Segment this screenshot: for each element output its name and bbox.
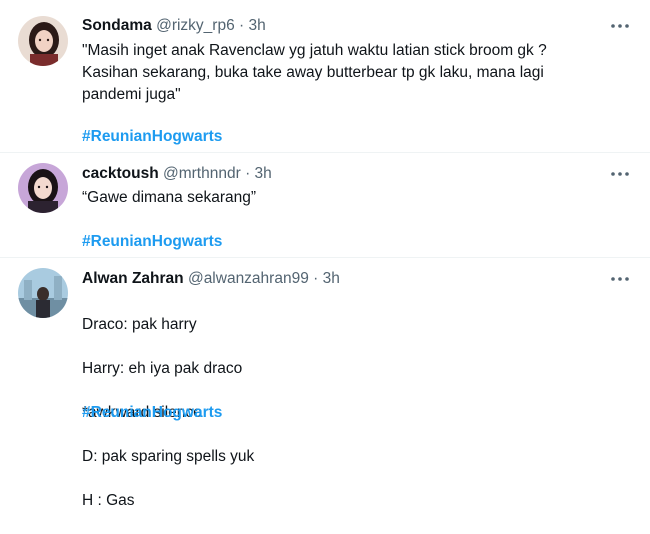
hashtag-link[interactable]: #ReunianHogwarts — [82, 231, 222, 253]
more-horizontal-icon[interactable] — [610, 164, 630, 184]
separator: · — [245, 165, 251, 182]
user-handle[interactable]: @alwanzahran99 — [188, 270, 309, 287]
tweet-text: “Gawe dimana sekarang” — [82, 189, 257, 206]
tweet-1[interactable]: Sondama @rizky_rp6 · 3h "Masih inget ana… — [0, 0, 650, 152]
user-handle[interactable]: @mrthnndr — [163, 165, 241, 182]
tweet-text: "Masih inget anak Ravenclaw yg jatuh wak… — [82, 42, 547, 103]
display-name[interactable]: Alwan Zahran — [82, 270, 184, 287]
display-name[interactable]: cacktoush — [82, 165, 159, 182]
timestamp[interactable]: 3h — [255, 165, 272, 182]
more-horizontal-icon[interactable] — [610, 269, 630, 289]
tweet-header: cacktoush @mrthnndr · 3h — [82, 164, 272, 184]
tweet-2[interactable]: cacktoush @mrthnndr · 3h “Gawe dimana se… — [0, 153, 650, 256]
timestamp[interactable]: 3h — [323, 270, 340, 287]
avatar[interactable] — [18, 163, 68, 213]
tweet-text-line: Draco: pak harry — [82, 316, 197, 333]
timestamp[interactable]: 3h — [249, 17, 266, 34]
separator: · — [239, 17, 245, 34]
tweet-header: Sondama @rizky_rp6 · 3h — [82, 16, 266, 36]
display-name[interactable]: Sondama — [82, 17, 152, 34]
tweet-text-line: Harry: eh iya pak draco — [82, 360, 243, 377]
more-horizontal-icon[interactable] — [610, 16, 630, 36]
avatar[interactable] — [18, 268, 68, 318]
tweet-text-line: H : Gas — [82, 492, 135, 509]
avatar[interactable] — [18, 16, 68, 66]
user-handle[interactable]: @rizky_rp6 — [156, 17, 235, 34]
tweet-header: Alwan Zahran @alwanzahran99 · 3h — [82, 269, 340, 289]
hashtag-link[interactable]: #ReunianHogwarts — [82, 126, 222, 148]
tweet-3[interactable]: Alwan Zahran @alwanzahran99 · 3h Draco: … — [0, 258, 650, 509]
hashtag-link[interactable]: #ReunianHogwarts — [82, 402, 222, 424]
tweet-text-line: D: pak sparing spells yuk — [82, 448, 255, 465]
separator: · — [313, 270, 319, 287]
